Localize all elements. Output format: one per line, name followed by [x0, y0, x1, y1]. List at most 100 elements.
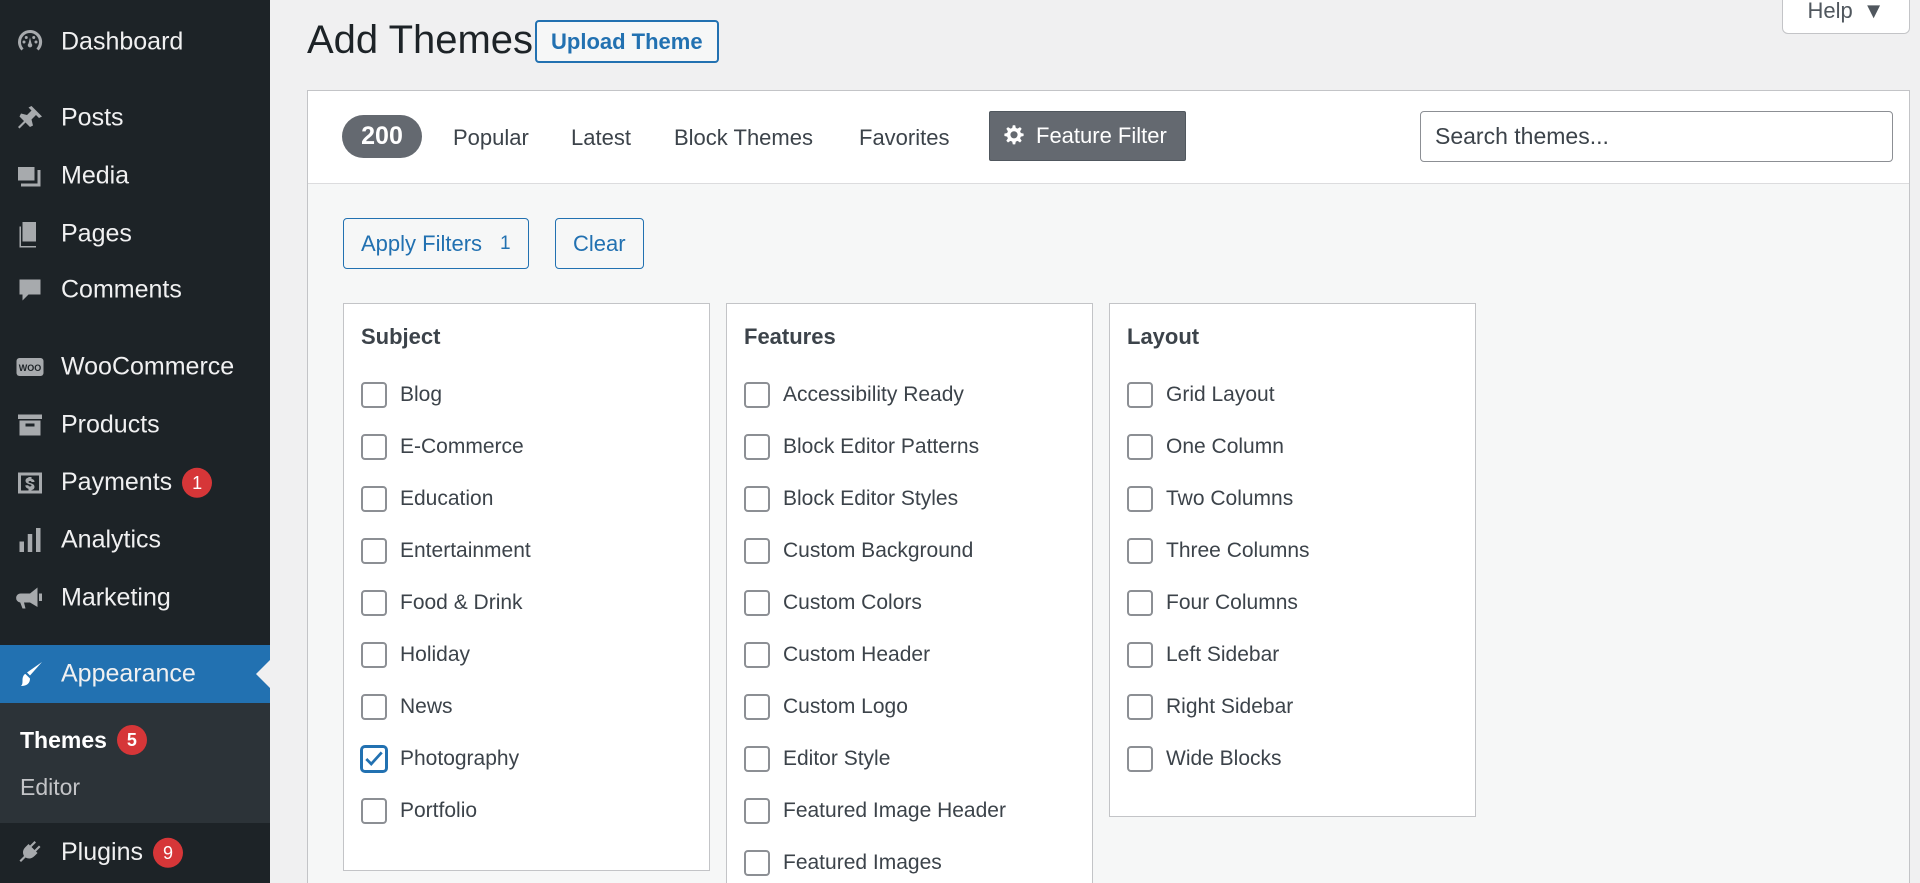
checkbox[interactable]	[744, 590, 770, 616]
checkbox[interactable]	[744, 798, 770, 824]
checkbox[interactable]	[744, 694, 770, 720]
filter-option-custom-background[interactable]: Custom Background	[744, 538, 973, 564]
help-label: Help	[1807, 0, 1853, 23]
clear-filters-button[interactable]: Clear	[555, 218, 644, 269]
submenu-item-themes[interactable]: Themes 5	[20, 725, 147, 755]
filter-option-featured-image-header[interactable]: Featured Image Header	[744, 798, 1006, 824]
filter-option-two-columns[interactable]: Two Columns	[1127, 486, 1293, 512]
sidebar-item-label: Appearance	[61, 659, 196, 688]
filter-option-grid-layout[interactable]: Grid Layout	[1127, 382, 1275, 408]
filter-option-custom-colors[interactable]: Custom Colors	[744, 590, 922, 616]
filter-option-block-editor-styles[interactable]: Block Editor Styles	[744, 486, 958, 512]
option-label: E-Commerce	[400, 435, 524, 458]
checkbox[interactable]	[744, 538, 770, 564]
upload-theme-button[interactable]: Upload Theme	[535, 20, 719, 63]
pages-icon	[14, 218, 46, 250]
checkbox[interactable]	[1127, 694, 1153, 720]
filter-group-layout: Layout Grid Layout One Column Two Column…	[1109, 303, 1476, 817]
filter-option-custom-logo[interactable]: Custom Logo	[744, 694, 908, 720]
checkbox[interactable]	[1127, 642, 1153, 668]
sidebar-item-marketing[interactable]: Marketing	[0, 570, 270, 626]
filter-option-blog[interactable]: Blog	[361, 382, 442, 408]
checkbox-checked[interactable]	[361, 746, 387, 772]
filter-option-education[interactable]: Education	[361, 486, 493, 512]
filter-option-e-commerce[interactable]: E-Commerce	[361, 434, 524, 460]
sidebar-item-products[interactable]: Products	[0, 397, 270, 453]
apply-filters-button[interactable]: Apply Filters 1	[343, 218, 529, 269]
sidebar-item-comments[interactable]: Comments	[0, 262, 270, 318]
filter-option-one-column[interactable]: One Column	[1127, 434, 1284, 460]
comment-icon	[14, 274, 46, 306]
filter-link-latest[interactable]: Latest	[571, 125, 631, 151]
filter-link-favorites[interactable]: Favorites	[859, 125, 949, 151]
filter-option-featured-images[interactable]: Featured Images	[744, 850, 942, 876]
sidebar-item-plugins[interactable]: Plugins 9	[0, 825, 270, 881]
filter-group-title: Layout	[1127, 324, 1200, 349]
option-label: Editor Style	[783, 747, 891, 770]
filter-option-left-sidebar[interactable]: Left Sidebar	[1127, 642, 1279, 668]
sidebar-item-media[interactable]: Media	[0, 148, 270, 204]
checkbox[interactable]	[361, 590, 387, 616]
applied-filter-count: 1	[500, 232, 511, 254]
filter-option-entertainment[interactable]: Entertainment	[361, 538, 531, 564]
option-label: Featured Image Header	[783, 799, 1006, 822]
checkbox[interactable]	[744, 746, 770, 772]
checkbox[interactable]	[1127, 382, 1153, 408]
plugins-label: Plugins	[61, 837, 143, 866]
checkbox[interactable]	[1127, 746, 1153, 772]
filter-option-photography[interactable]: Photography	[361, 746, 519, 772]
checkbox[interactable]	[744, 850, 770, 876]
filter-option-three-columns[interactable]: Three Columns	[1127, 538, 1310, 564]
search-themes-input[interactable]	[1420, 111, 1893, 162]
submenu-item-editor[interactable]: Editor	[20, 774, 80, 801]
sidebar-item-payments[interactable]: Payments 1	[0, 455, 270, 511]
filter-option-wide-blocks[interactable]: Wide Blocks	[1127, 746, 1282, 772]
filter-link-popular[interactable]: Popular	[453, 125, 529, 151]
theme-count-badge: 200	[342, 115, 422, 158]
checkbox[interactable]	[1127, 486, 1153, 512]
checkbox[interactable]	[1127, 538, 1153, 564]
filter-option-holiday[interactable]: Holiday	[361, 642, 470, 668]
checkbox[interactable]	[361, 434, 387, 460]
megaphone-icon	[14, 582, 46, 614]
filter-option-right-sidebar[interactable]: Right Sidebar	[1127, 694, 1293, 720]
checkbox[interactable]	[1127, 590, 1153, 616]
feature-filter-button[interactable]: Feature Filter	[989, 111, 1186, 161]
filter-option-accessibility-ready[interactable]: Accessibility Ready	[744, 382, 964, 408]
checkbox[interactable]	[361, 486, 387, 512]
sidebar-item-appearance[interactable]: Appearance	[0, 645, 270, 703]
bar-chart-icon	[14, 524, 46, 556]
option-label: Two Columns	[1166, 487, 1294, 510]
media-icon	[14, 160, 46, 192]
filter-option-news[interactable]: News	[361, 694, 453, 720]
checkbox[interactable]	[361, 382, 387, 408]
filter-option-custom-header[interactable]: Custom Header	[744, 642, 930, 668]
checkbox[interactable]	[361, 642, 387, 668]
checkbox[interactable]	[744, 382, 770, 408]
checkbox[interactable]	[361, 798, 387, 824]
woo-icon: WOO	[14, 351, 46, 383]
help-button[interactable]: Help ▼	[1782, 0, 1910, 34]
sidebar-item-analytics[interactable]: Analytics	[0, 512, 270, 568]
checkbox[interactable]	[1127, 434, 1153, 460]
filter-option-portfolio[interactable]: Portfolio	[361, 798, 477, 824]
sidebar-item-pages[interactable]: Pages	[0, 206, 270, 262]
sidebar-item-label: Posts	[61, 103, 124, 132]
filter-option-food-drink[interactable]: Food & Drink	[361, 590, 523, 616]
checkbox[interactable]	[744, 486, 770, 512]
checkbox[interactable]	[744, 642, 770, 668]
sidebar-item-woocommerce[interactable]: WOO WooCommerce	[0, 339, 270, 395]
filter-link-block-themes[interactable]: Block Themes	[674, 125, 813, 151]
sidebar-item-dashboard[interactable]: Dashboard	[0, 14, 270, 70]
filter-option-four-columns[interactable]: Four Columns	[1127, 590, 1298, 616]
filter-option-block-editor-patterns[interactable]: Block Editor Patterns	[744, 434, 979, 460]
checkbox[interactable]	[361, 538, 387, 564]
plugin-icon	[14, 837, 46, 869]
svg-text:WOO: WOO	[19, 363, 42, 373]
sidebar-item-posts[interactable]: Posts	[0, 90, 270, 146]
filter-group-title: Subject	[361, 324, 441, 349]
checkbox[interactable]	[361, 694, 387, 720]
gear-icon	[1004, 125, 1024, 145]
filter-option-editor-style[interactable]: Editor Style	[744, 746, 890, 772]
checkbox[interactable]	[744, 434, 770, 460]
